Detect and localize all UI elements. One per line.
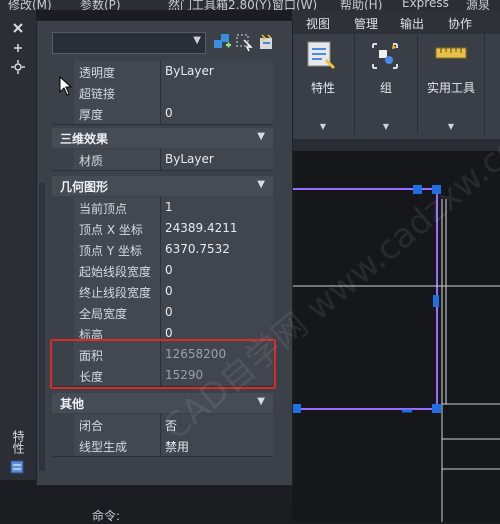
quick-select-icon[interactable] [256,32,276,52]
property-value: ByLayer [165,152,214,166]
chevron-down-icon: ▼ [257,396,265,407]
command-line[interactable]: 命令: [0,505,292,523]
property-row[interactable]: 厚度 0 [52,103,273,125]
select-objects-icon[interactable] [234,32,254,52]
property-row[interactable]: 线型生成 禁用 [52,435,273,457]
menu-item-parameter[interactable]: 参数(P) [80,0,121,10]
property-name: 全局宽度 [79,307,128,321]
tab-view[interactable]: 视图 [306,15,330,32]
property-name: 当前顶点 [79,202,128,216]
ruler-icon [435,47,467,59]
property-name: 线型生成 [79,440,128,454]
property-value: 0 [165,326,173,340]
chevron-down-icon: ▼ [257,131,265,142]
ribbon-panel-properties[interactable]: 特性 ▼ [292,34,355,134]
properties-icon [307,41,336,70]
palette-toolbar: ▼ [52,30,280,54]
menu-item-yuanquan[interactable]: 源泉 [466,0,490,10]
ribbon-panel-label-properties: 特性 [310,81,335,95]
grip-handle[interactable] [433,295,439,307]
property-row[interactable]: 超链接 [52,82,273,104]
ribbon: 特性 ▼ 组 ▼ 实用工具 ▼ [292,34,500,139]
properties-small-icon [10,460,24,474]
property-value: 24389.4211 [165,221,238,235]
property-row[interactable]: 当前顶点 1 [52,197,273,219]
close-icon[interactable] [12,22,24,34]
chevron-down-icon[interactable]: ▼ [292,122,354,131]
property-value: 1 [165,200,173,214]
property-row[interactable]: 终止线段宽度 0 [52,281,273,303]
property-value: 6370.7532 [165,242,230,256]
tab-manage[interactable]: 管理 [354,15,378,32]
property-name: 厚度 [79,108,104,122]
property-name: 顶点 Y 坐标 [79,244,142,258]
property-name: 终止线段宽度 [79,286,152,300]
settings-icon[interactable] [11,60,25,74]
section-3d-effects[interactable]: 三维效果 ▼ [52,128,273,148]
chevron-down-icon[interactable]: ▼ [355,122,417,131]
property-name: 闭合 [79,419,104,433]
object-type-select[interactable]: ▼ [52,32,206,54]
command-prompt: 命令: [92,509,121,523]
section-geometry[interactable]: 几何图形 ▼ [52,176,273,196]
property-name: 透明度 [79,66,116,80]
property-value: 0 [165,263,173,277]
property-name: 起始线段宽度 [79,265,152,279]
grip-handle[interactable] [432,404,441,413]
property-value: 0 [165,284,173,298]
property-value: 0 [165,305,173,319]
property-name: 超链接 [79,87,116,101]
property-value: ByLayer [165,64,214,78]
ribbon-panel-label-group: 组 [379,81,392,95]
menu-item-modify[interactable]: 修改(M) [8,0,52,10]
grip-handle[interactable] [292,404,301,413]
chevron-down-icon[interactable]: ▼ [418,122,484,131]
toggle-pickadd-icon[interactable] [212,32,232,52]
section-title: 其他 [60,397,85,411]
tab-collaborate[interactable]: 协作 [448,15,472,32]
palette-scrollbar[interactable] [39,183,45,471]
menu-item-express[interactable]: Express [402,0,449,10]
menu-item-toolbox[interactable]: 然门工具箱2.80(Y) [168,0,271,10]
menu-bar: 修改(M) 参数(P) 然门工具箱2.80(Y) 窗口(W) 帮助(H) Exp… [0,0,500,10]
property-row[interactable]: 透明度 ByLayer [52,61,273,83]
ribbon-panel-group[interactable]: 组 ▼ [355,34,418,134]
property-name: 材质 [79,154,104,168]
property-row[interactable]: 顶点 Y 坐标 6370.7532 [52,239,273,261]
palette-rail: 特性 [0,10,36,480]
mouse-cursor-icon [59,76,73,96]
chevron-down-icon: ▼ [257,179,265,190]
property-name: 顶点 X 坐标 [79,223,143,237]
property-row[interactable]: 起始线段宽度 0 [52,260,273,282]
property-value: 0 [165,106,173,120]
menu-item-window[interactable]: 窗口(W) [272,0,317,10]
chevron-down-icon: ▼ [193,35,201,46]
tab-output[interactable]: 输出 [400,15,424,32]
section-title: 三维效果 [60,132,109,146]
ribbon-tab-bar: 视图 管理 输出 协作 [292,10,500,34]
property-row[interactable]: 顶点 X 坐标 24389.4211 [52,218,273,240]
ribbon-panel-label-utilities: 实用工具 [426,81,475,95]
property-row[interactable]: 材质 ByLayer [52,149,273,171]
section-title: 几何图形 [60,180,109,194]
group-icon [372,43,398,69]
autohide-icon[interactable] [12,42,24,54]
property-row[interactable]: 全局宽度 0 [52,302,273,324]
menu-item-help[interactable]: 帮助(H) [340,0,382,10]
palette-title: 特性 [11,430,25,454]
ribbon-panel-utilities[interactable]: 实用工具 ▼ [418,34,485,134]
